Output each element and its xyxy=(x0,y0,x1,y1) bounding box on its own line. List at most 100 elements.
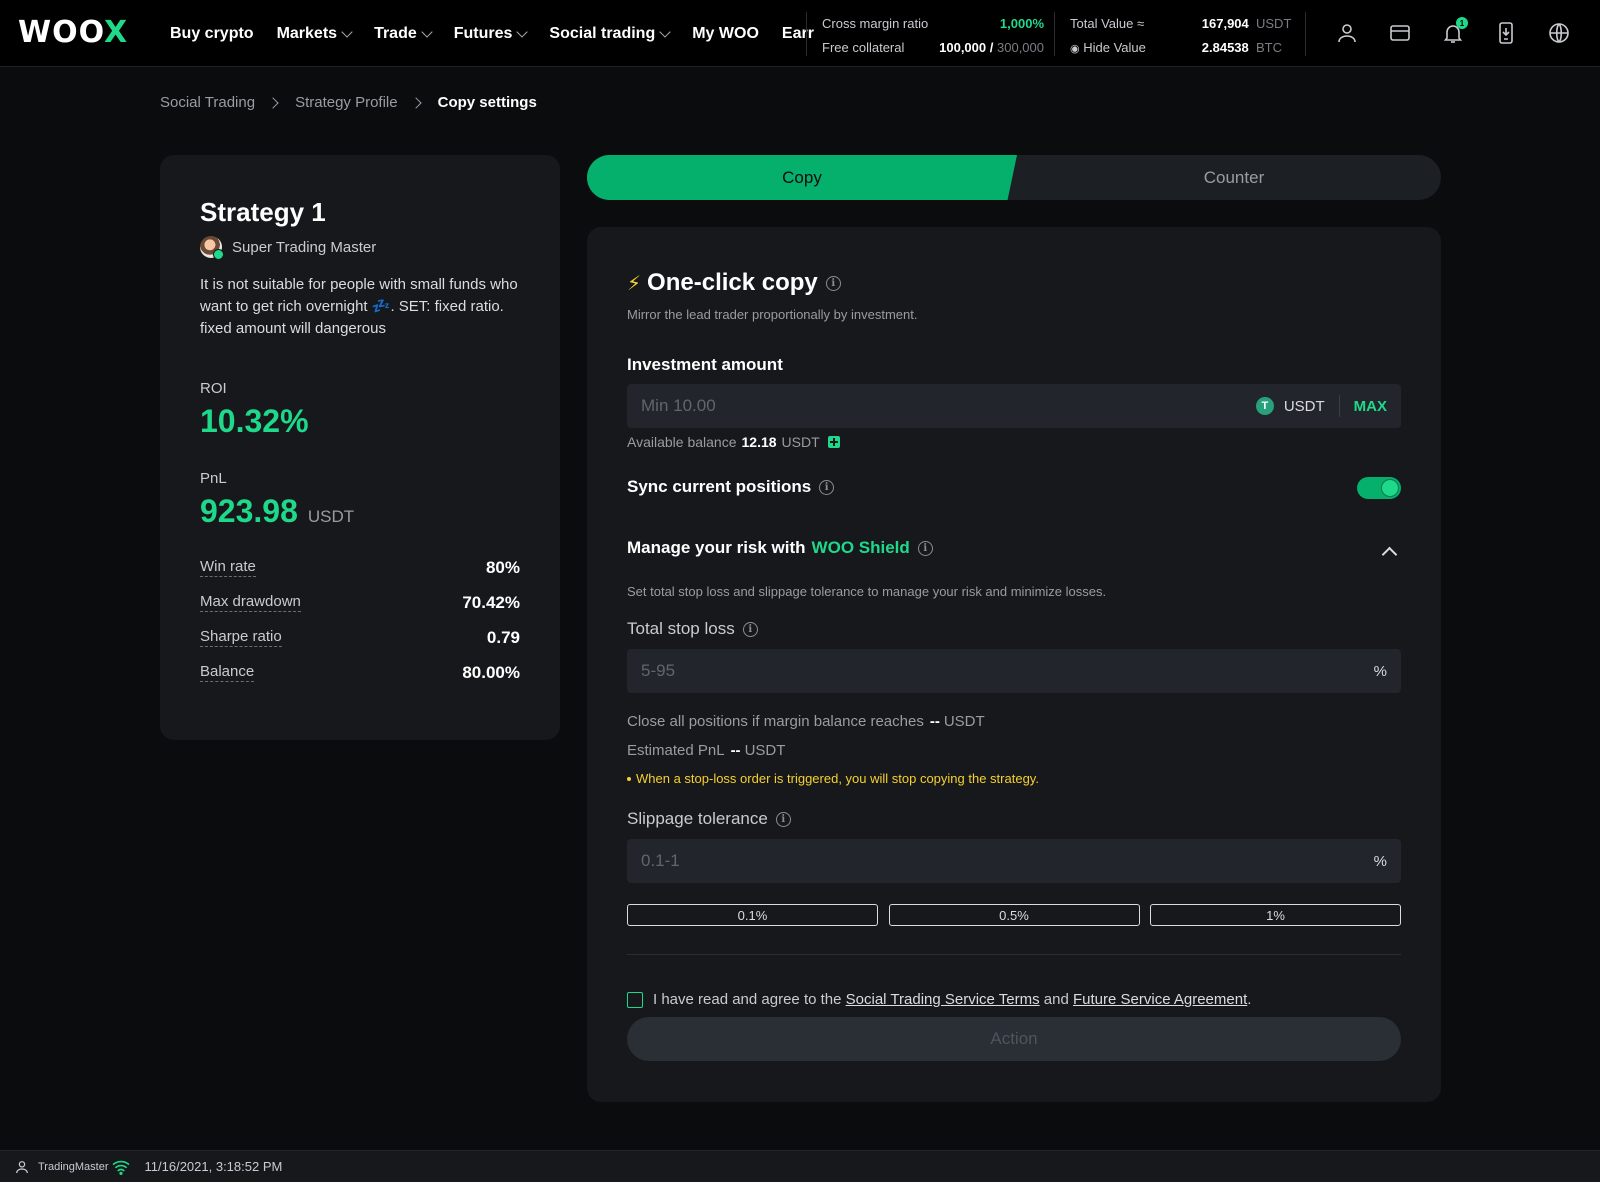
slippage-preset-button[interactable]: 0.5% xyxy=(888,904,1140,926)
chevron-up-icon[interactable] xyxy=(1381,546,1398,563)
nav-divider xyxy=(1305,12,1306,56)
slippage-preset-button[interactable]: 0.1% xyxy=(627,904,878,926)
percent-unit: % xyxy=(1373,852,1387,870)
stop-loss-input[interactable] xyxy=(641,661,1374,681)
estimated-pnl-value: -- xyxy=(730,742,741,759)
total-value-label: Total Value ≈ xyxy=(1070,16,1145,31)
breadcrumb-copy-settings: Copy settings xyxy=(437,94,537,111)
metric-label-balance[interactable]: Balance xyxy=(200,663,255,682)
max-button[interactable]: MAX xyxy=(1354,398,1387,415)
slippage-label: Slippage tolerance xyxy=(627,809,768,828)
metric-value-balance: 80.00% xyxy=(462,662,520,682)
nav-earn[interactable]: Earr xyxy=(782,25,814,43)
estimated-pnl-label: Estimated PnL xyxy=(627,742,725,759)
slippage-presets: 0.1% 0.5% 1% xyxy=(627,904,1401,926)
metrics-list: Win rate 80% Max drawdown 70.42% Sharpe … xyxy=(200,550,520,690)
trader-name: Super Trading Master xyxy=(232,238,377,256)
notification-badge: 1 xyxy=(1456,17,1468,29)
deposit-plus-icon[interactable] xyxy=(827,436,840,448)
available-value: 12.18 xyxy=(741,434,777,450)
strategy-card: Strategy 1 Super Trading Master It is no… xyxy=(160,155,560,740)
woox-logo[interactable]: WOOX xyxy=(18,14,142,50)
tab-copy[interactable]: Copy xyxy=(587,155,1017,200)
metric-value-win-rate: 80% xyxy=(485,557,520,577)
chevron-right-icon xyxy=(409,96,422,109)
total-value-usdt-group: 167,904 USDT xyxy=(1201,12,1292,36)
total-value-btc-unit: BTC xyxy=(1256,40,1282,55)
wallet-icon[interactable] xyxy=(1387,20,1413,46)
action-button[interactable]: Action xyxy=(627,1017,1401,1061)
tether-icon: T xyxy=(1255,397,1274,415)
globe-icon[interactable] xyxy=(1546,20,1572,46)
percent-unit: % xyxy=(1373,662,1387,680)
available-label: Available balance xyxy=(627,434,737,450)
nav-buy-crypto[interactable]: Buy crypto xyxy=(170,25,254,43)
one-click-title: One-click copy xyxy=(647,269,818,296)
metric-label-sharpe-ratio[interactable]: Sharpe ratio xyxy=(200,628,282,647)
total-value-btc: 2.84538 xyxy=(1201,40,1249,55)
bell-icon[interactable]: 1 xyxy=(1440,17,1468,46)
sync-positions-label: Sync current positions xyxy=(627,477,812,496)
info-icon[interactable]: i xyxy=(742,621,758,637)
info-icon[interactable]: i xyxy=(775,811,791,827)
nav-futures-label: Futures xyxy=(453,24,513,42)
free-collateral-value: 100,000 xyxy=(939,40,987,55)
currency-unit: USDT xyxy=(1283,397,1325,415)
metric-row: Balance 80.00% xyxy=(200,655,520,690)
download-app-icon[interactable] xyxy=(1493,20,1519,46)
nav-trade[interactable]: Trade xyxy=(374,25,433,43)
sleep-emoji: 💤 xyxy=(371,298,391,315)
slippage-input[interactable] xyxy=(641,851,1374,871)
avatar xyxy=(200,236,224,260)
info-icon[interactable]: i xyxy=(917,540,933,556)
chevron-right-icon xyxy=(267,96,279,109)
slippage-preset-button[interactable]: 1% xyxy=(1150,904,1401,926)
one-click-title-row: ⚡ One-click copy i xyxy=(627,269,841,297)
agreement-row: I have read and agree to the Social Trad… xyxy=(627,991,1251,1008)
stop-loss-warning: When a stop-loss order is triggered, you… xyxy=(627,771,1039,786)
risk-header: Manage your risk with WOO Shield i xyxy=(627,538,933,558)
slippage-input-box: % xyxy=(627,839,1401,883)
agree-suffix: . xyxy=(1247,991,1252,1008)
sync-positions-toggle[interactable] xyxy=(1357,477,1401,499)
stop-loss-input-box: % xyxy=(627,649,1401,693)
tab-counter[interactable]: Counter xyxy=(1027,155,1441,200)
info-icon[interactable]: i xyxy=(819,479,835,495)
agree-prefix: I have read and agree to the xyxy=(653,991,842,1008)
nav-social-trading-label: Social trading xyxy=(549,24,656,42)
nav-futures[interactable]: Futures xyxy=(453,24,529,43)
estimated-pnl-unit: USDT xyxy=(744,742,786,759)
available-unit: USDT xyxy=(781,434,820,450)
status-bar: TradingMaster 11/16/2021, 3:18:52 PM xyxy=(0,1150,1600,1182)
agree-checkbox[interactable] xyxy=(627,991,643,1008)
close-all-unit: USDT xyxy=(943,713,985,730)
info-icon[interactable]: i xyxy=(825,275,841,291)
user-icon[interactable] xyxy=(1334,20,1360,46)
close-all-line: Close all positions if margin balance re… xyxy=(627,713,985,730)
risk-label-prefix: Manage your risk with xyxy=(627,538,806,557)
investment-amount-input[interactable] xyxy=(641,396,1256,416)
user-icon xyxy=(14,1159,30,1175)
woo-shield-label: WOO Shield xyxy=(811,538,910,557)
metric-label-max-drawdown[interactable]: Max drawdown xyxy=(200,593,301,612)
nav-markets[interactable]: Markets xyxy=(277,25,353,43)
risk-subtitle: Set total stop loss and slippage toleran… xyxy=(627,584,1107,599)
metric-label-win-rate[interactable]: Win rate xyxy=(200,558,256,577)
metric-value-sharpe-ratio: 0.79 xyxy=(486,627,520,647)
metric-value-max-drawdown: 70.42% xyxy=(462,592,520,612)
free-collateral-sep: / xyxy=(989,40,994,55)
breadcrumb-strategy-profile[interactable]: Strategy Profile xyxy=(295,94,398,111)
top-navbar: WOOX Buy crypto Markets Trade Futures So… xyxy=(0,0,1600,67)
hide-value-toggle[interactable]: ◉ Hide Value xyxy=(1070,36,1146,61)
breadcrumb-social-trading[interactable]: Social Trading xyxy=(160,94,255,111)
terms-link[interactable]: Social Trading Service Terms xyxy=(846,991,1040,1008)
logo-text: WOOX xyxy=(18,14,129,50)
main-nav: Buy crypto Markets Trade Futures Social … xyxy=(170,0,837,67)
trader-row[interactable]: Super Trading Master xyxy=(200,236,520,260)
nav-my-woo[interactable]: My WOO xyxy=(692,25,759,43)
agreement-link[interactable]: Future Service Agreement xyxy=(1073,991,1247,1008)
stop-loss-label: Total stop loss xyxy=(627,619,735,638)
nav-social-trading[interactable]: Social trading xyxy=(549,24,671,43)
metric-row: Win rate 80% xyxy=(200,550,520,585)
total-value-usdt: 167,904 xyxy=(1201,16,1249,31)
